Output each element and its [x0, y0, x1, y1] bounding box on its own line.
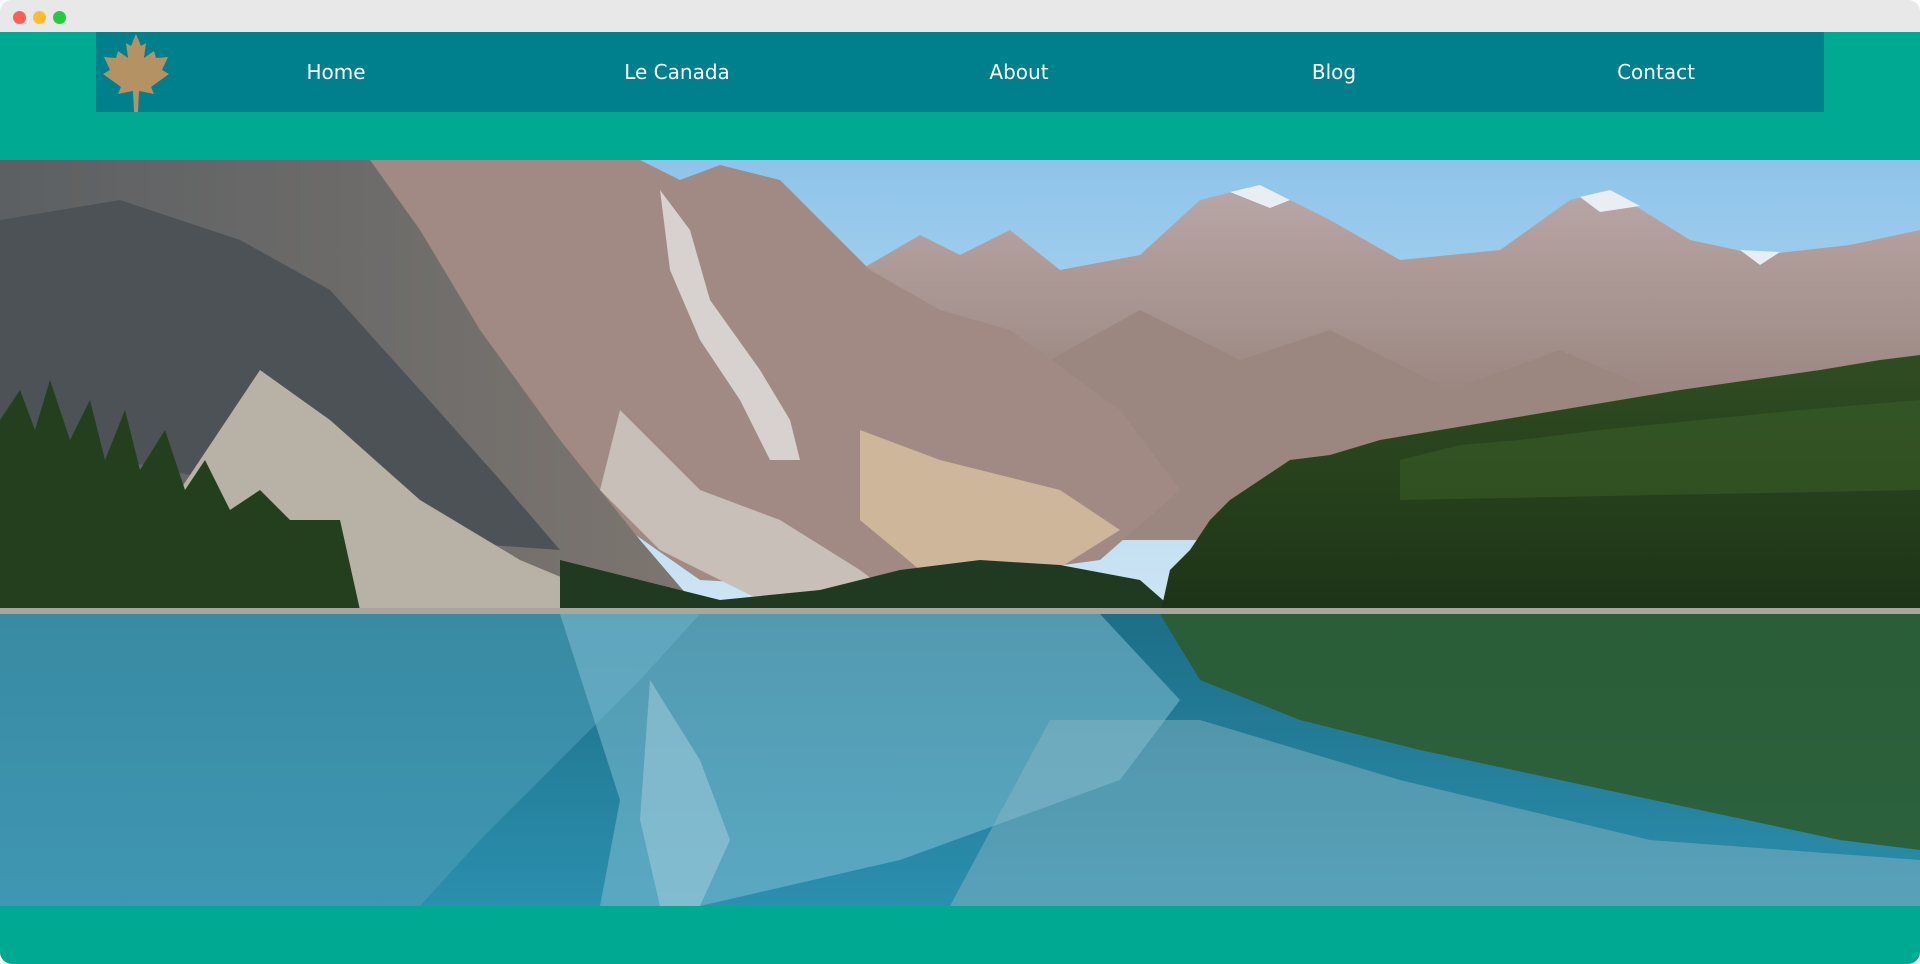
nav-item-le-canada[interactable]: Le Canada [624, 32, 730, 112]
maximize-window-button[interactable] [53, 11, 66, 24]
mountain-lake-image [0, 160, 1920, 906]
close-window-button[interactable] [13, 11, 26, 24]
browser-window: Home Le Canada About Blog Contact [0, 0, 1920, 964]
nav-item-about[interactable]: About [989, 32, 1048, 112]
main-navbar: Home Le Canada About Blog Contact [96, 32, 1824, 112]
nav-item-blog[interactable]: Blog [1312, 32, 1356, 112]
window-titlebar [0, 0, 1920, 32]
hero-image [0, 160, 1920, 906]
maple-leaf-icon[interactable] [99, 32, 173, 112]
page-body: Home Le Canada About Blog Contact [0, 32, 1920, 964]
nav-item-home[interactable]: Home [306, 32, 365, 112]
nav-item-contact[interactable]: Contact [1617, 32, 1695, 112]
minimize-window-button[interactable] [33, 11, 46, 24]
